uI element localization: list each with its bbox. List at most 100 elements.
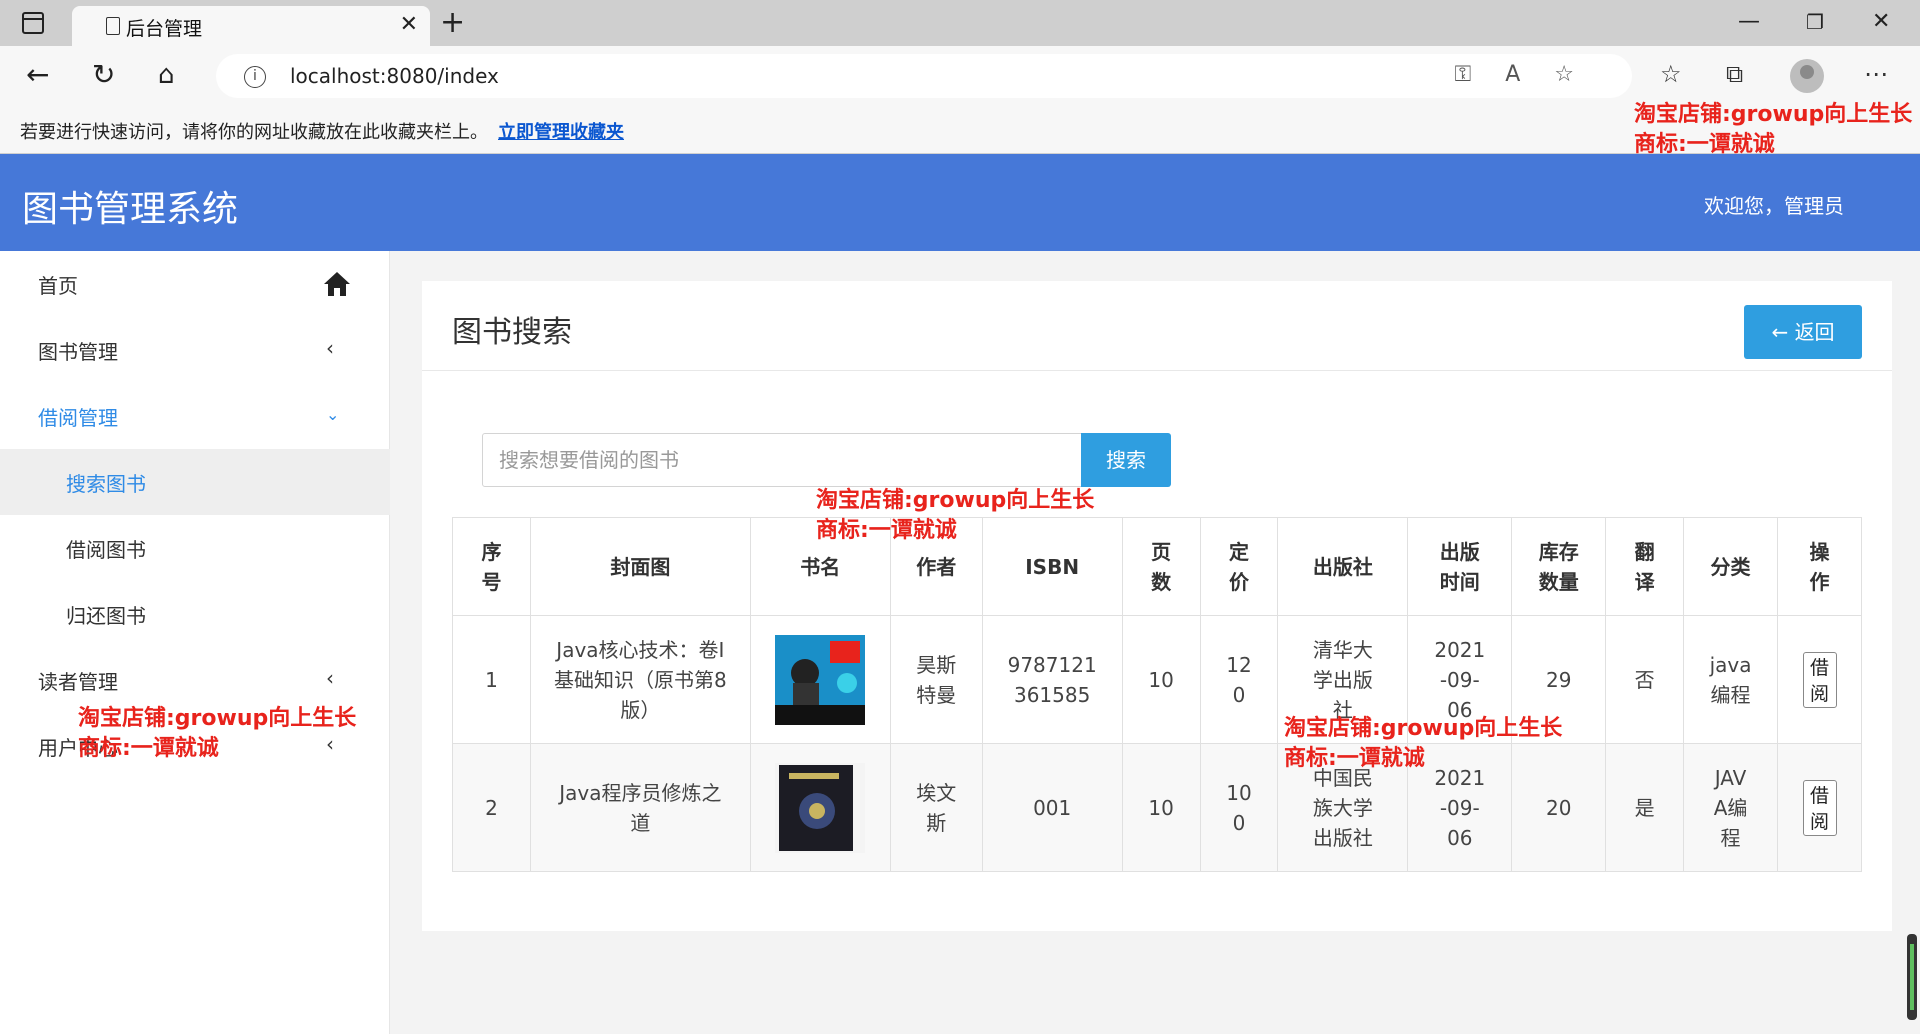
- add-favorite-icon[interactable]: ☆: [1554, 62, 1608, 87]
- cell-isbn: 001: [981, 743, 1123, 872]
- close-tab-icon[interactable]: ✕: [400, 12, 418, 38]
- watermark-text: 淘宝店铺:growup向上生长 商标:一谭就诚: [816, 488, 1095, 543]
- sidebar-item-label: 搜索图书: [66, 472, 146, 496]
- back-button-label: 返回: [1794, 320, 1835, 344]
- card-header: 图书搜索 ← 返回: [422, 281, 1892, 371]
- sidebar-item-label: 借阅图书: [66, 538, 146, 562]
- sidebar-item-book-management[interactable]: 图书管理 ‹: [0, 317, 390, 383]
- collections-icon[interactable]: ⧉: [1726, 60, 1743, 88]
- column-header: 操作: [1777, 517, 1862, 616]
- watermark-text: 淘宝店铺:growup向上生长 商标:一谭就诚: [1634, 102, 1913, 157]
- book-cover-image: [775, 634, 866, 725]
- watermark-text: 淘宝店铺:growup向上生长 商标:一谭就诚: [78, 706, 357, 761]
- column-header: 出版社: [1277, 517, 1409, 616]
- sidebar-item-search-books[interactable]: 搜索图书: [0, 449, 390, 515]
- sidebar-item-label: 图书管理: [38, 340, 118, 364]
- book-cover-image: [775, 762, 866, 853]
- cell-author: 埃文斯: [889, 743, 983, 872]
- cell-price: 100: [1199, 743, 1279, 872]
- chevron-down-icon: ⌄: [326, 405, 340, 424]
- back-icon[interactable]: ←: [26, 58, 49, 92]
- cell-pages: 10: [1121, 615, 1201, 744]
- cell-author: 昊斯特曼: [889, 615, 983, 744]
- column-header: 翻译: [1605, 517, 1685, 616]
- search-input[interactable]: [482, 433, 1082, 487]
- cell-no: 1: [452, 615, 531, 744]
- sidebar-item-home[interactable]: 首页: [0, 251, 390, 317]
- cell-cover: [749, 615, 891, 744]
- cell-action: 借阅: [1777, 615, 1862, 744]
- search-button[interactable]: 搜索: [1081, 433, 1171, 487]
- refresh-icon[interactable]: ↻: [92, 58, 115, 92]
- new-tab-icon[interactable]: +: [440, 5, 465, 41]
- table-header-row: 序号 封面图 书名 作者 ISBN 页数 定价 出版社 出版时间 库存数量 翻译…: [452, 517, 1862, 616]
- sidebar: 首页 图书管理 ‹ 借阅管理 ⌄ 搜索图书 借阅图书 归还图书 读者管理 ‹ 用…: [0, 251, 390, 1034]
- cell-price: 120: [1199, 615, 1279, 744]
- favorites-hint: 若要进行快速访问，请将你的网址收藏放在此收藏夹栏上。: [20, 122, 488, 143]
- address-bar-icons: ⚿A☆: [1454, 62, 1608, 87]
- sidebar-item-label: 读者管理: [38, 670, 118, 694]
- manage-favorites-link[interactable]: 立即管理收藏夹: [498, 118, 624, 144]
- borrow-button[interactable]: 借阅: [1802, 779, 1837, 836]
- favorites-bar: 若要进行快速访问，请将你的网址收藏放在此收藏夹栏上。 立即管理收藏夹: [0, 106, 1920, 154]
- scrollbar-thumb[interactable]: [1907, 934, 1917, 1020]
- page-icon: [106, 17, 120, 35]
- minimize-icon[interactable]: —: [1738, 9, 1760, 35]
- cell-category: JAVA编程: [1683, 743, 1778, 872]
- cell-translated: 否: [1605, 615, 1685, 744]
- url-text[interactable]: localhost:8080/index: [290, 64, 499, 88]
- sidebar-item-label: 归还图书: [66, 604, 146, 628]
- column-header: 分类: [1683, 517, 1778, 616]
- home-icon: [324, 272, 350, 296]
- column-header: 封面图: [529, 517, 751, 616]
- home-icon[interactable]: ⌂: [158, 58, 175, 92]
- sidebar-item-borrow-management[interactable]: 借阅管理 ⌄: [0, 383, 390, 449]
- column-header: 定价: [1199, 517, 1279, 616]
- cell-action: 借阅: [1777, 743, 1862, 872]
- tab-title: 后台管理: [126, 18, 203, 40]
- welcome-text: 欢迎您，管理员: [1704, 194, 1844, 218]
- chevron-left-icon: ‹: [326, 666, 334, 690]
- sidebar-item-label: 首页: [38, 274, 78, 298]
- sidebar-item-label: 借阅管理: [38, 406, 118, 430]
- column-header: 出版时间: [1407, 517, 1513, 616]
- chevron-left-icon: ‹: [326, 336, 334, 360]
- table-row: 1 Java核心技术：卷Ⅰ基础知识（原书第8版） 昊斯特曼 9787121361…: [452, 615, 1862, 744]
- cell-no: 2: [452, 743, 531, 872]
- books-table: 序号 封面图 书名 作者 ISBN 页数 定价 出版社 出版时间 库存数量 翻译…: [452, 517, 1862, 872]
- key-icon[interactable]: ⚿: [1454, 62, 1505, 87]
- favorites-icon[interactable]: ☆: [1660, 60, 1682, 88]
- sidebar-item-borrow-books[interactable]: 借阅图书: [0, 515, 390, 581]
- browser-tab[interactable]: 后台管理 ✕: [72, 6, 430, 46]
- more-icon[interactable]: ⋯: [1864, 60, 1888, 88]
- app-header: 图书管理系统 欢迎您，管理员: [0, 154, 1920, 251]
- cell-cover: [749, 743, 891, 872]
- read-aloud-icon[interactable]: A: [1505, 62, 1554, 87]
- cell-title: Java核心技术：卷Ⅰ基础知识（原书第8版）: [529, 615, 751, 744]
- address-bar[interactable]: i localhost:8080/index ⚿A☆: [216, 54, 1632, 98]
- site-info-icon[interactable]: i: [244, 66, 266, 88]
- browser-toolbar: ← ↻ ⌂ i localhost:8080/index ⚿A☆ ☆ ⧉ ⋯: [0, 46, 1920, 106]
- cell-translated: 是: [1605, 743, 1685, 872]
- cell-title: Java程序员修炼之道: [529, 743, 751, 872]
- maximize-icon[interactable]: ❐: [1806, 9, 1824, 35]
- table-row: 2 Java程序员修炼之道 埃文斯 001 10 100 中国民族大学出版社 2…: [452, 743, 1862, 872]
- window-menu-icon[interactable]: [22, 12, 44, 34]
- cell-pages: 10: [1121, 743, 1201, 872]
- back-button[interactable]: ← 返回: [1744, 305, 1862, 359]
- profile-avatar[interactable]: [1790, 59, 1824, 93]
- app-title: 图书管理系统: [22, 189, 239, 230]
- close-window-icon[interactable]: ✕: [1872, 9, 1890, 35]
- sidebar-item-return-books[interactable]: 归还图书: [0, 581, 390, 647]
- arrow-left-icon: ←: [1771, 320, 1789, 344]
- page-title: 图书搜索: [452, 315, 572, 350]
- browser-tab-bar: 后台管理 ✕ + — ❐ ✕: [0, 0, 1920, 46]
- borrow-button[interactable]: 借阅: [1802, 651, 1837, 708]
- book-search-card: 图书搜索 ← 返回 搜索 序号 封面图 书名 作者 ISBN 页数 定价 出版社…: [422, 281, 1892, 931]
- column-header: 页数: [1121, 517, 1201, 616]
- watermark-text: 淘宝店铺:growup向上生长 商标:一谭就诚: [1284, 716, 1563, 771]
- cell-isbn: 9787121361585: [981, 615, 1123, 744]
- column-header: 库存数量: [1511, 517, 1607, 616]
- cell-category: java编程: [1683, 615, 1778, 744]
- column-header: 序号: [452, 517, 531, 616]
